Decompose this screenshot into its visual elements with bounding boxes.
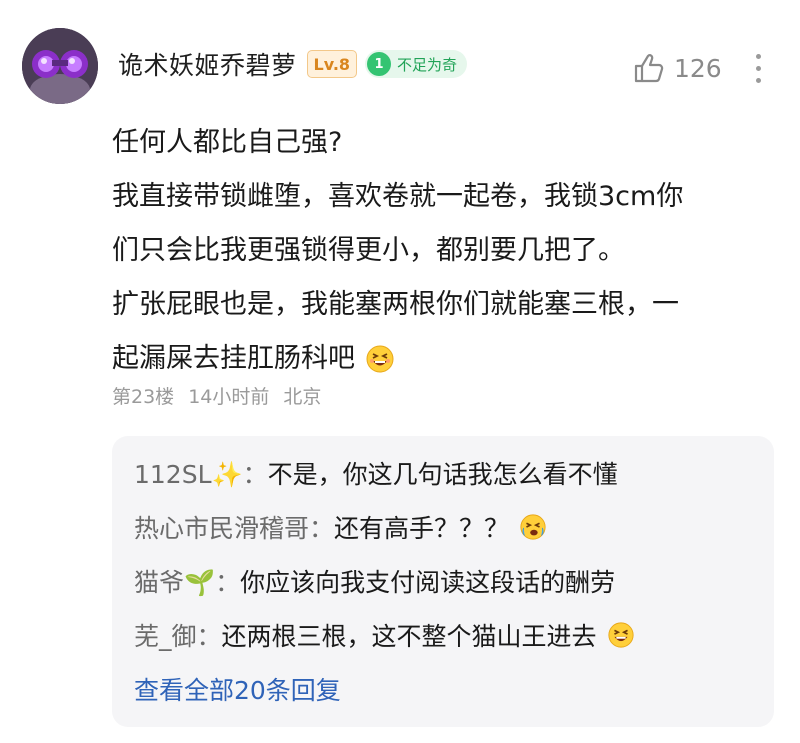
- more-dot: [755, 77, 761, 83]
- reply-author[interactable]: 热心市民滑稽哥：: [134, 509, 334, 545]
- comment-meta: 第23楼 14小时前 北京: [112, 382, 321, 409]
- grinning-squint-emoji-icon: [607, 622, 634, 648]
- comment-line: 起漏屎去挂肛肠科吧: [112, 343, 355, 374]
- reply-item[interactable]: 芜_御： 还两根三根，这不整个猫山王进去: [134, 608, 774, 662]
- reply-text: 还两根三根，这不整个猫山王进去: [221, 622, 597, 651]
- reply-item[interactable]: 猫爷🌱： 你应该向我支付阅读这段话的酬劳: [134, 554, 774, 608]
- like-count: 126: [674, 53, 722, 83]
- reply-text: 不是，你这几句话我怎么看不懂: [267, 460, 618, 489]
- reply-item[interactable]: 热心市民滑稽哥： 还有高手？？？: [134, 500, 774, 554]
- fan-badge[interactable]: 1 不足为奇: [365, 50, 468, 78]
- reply-author[interactable]: 芜_御：: [134, 617, 222, 653]
- reply-author[interactable]: 猫爷🌱：: [134, 563, 240, 599]
- comment-card: 诡术妖姬乔碧萝 Lv.8 1 不足为奇 126 任何人都比自己强? 我直接带锁雌…: [0, 0, 800, 743]
- reply-text: 还有高手？？？: [334, 514, 510, 543]
- post-time: 14小时前: [188, 386, 270, 408]
- avatar-image: [22, 28, 98, 104]
- grinning-squint-emoji-icon: [366, 345, 394, 373]
- reply-panel: 112SL✨： 不是，你这几句话我怎么看不懂 热心市民滑稽哥： 还有高手？？？ …: [112, 436, 774, 727]
- comment-line: 任何人都比自己强?: [112, 127, 343, 158]
- more-dot: [755, 53, 761, 59]
- reply-item[interactable]: 112SL✨： 不是，你这几句话我怎么看不懂: [134, 446, 774, 500]
- comment-body: 任何人都比自己强? 我直接带锁雌堕，喜欢卷就一起卷，我锁3cm你 们只会比我更强…: [112, 116, 782, 386]
- fan-badge-number: 1: [367, 52, 392, 76]
- fan-badge-label: 不足为奇: [397, 55, 458, 74]
- comment-line: 扩张屁眼也是，我能塞两根你们就能塞三根，一: [112, 289, 679, 320]
- username[interactable]: 诡术妖姬乔碧萝: [118, 46, 297, 82]
- reply-author[interactable]: 112SL✨：: [134, 455, 268, 491]
- like-button[interactable]: 126: [632, 48, 722, 88]
- crying-laugh-emoji-icon: [520, 514, 546, 540]
- more-vertical-icon[interactable]: [748, 48, 768, 88]
- level-badge: Lv.8: [306, 50, 358, 78]
- comment-header: 诡术妖姬乔碧萝 Lv.8 1 不足为奇: [118, 42, 468, 86]
- thumbs-up-icon: [634, 54, 664, 83]
- floor-number: 第23楼: [112, 386, 175, 408]
- location: 北京: [283, 386, 322, 408]
- avatar[interactable]: [22, 28, 98, 104]
- comment-line: 们只会比我更强锁得更小，都别要几把了。: [112, 235, 625, 266]
- more-dot: [755, 65, 761, 71]
- comment-line: 我直接带锁雌堕，喜欢卷就一起卷，我锁3cm你: [112, 181, 684, 212]
- comment-last-line: 起漏屎去挂肛肠科吧: [112, 332, 782, 386]
- view-all-replies-link[interactable]: 查看全部20条回复: [134, 662, 774, 716]
- reply-text: 你应该向我支付阅读这段话的酬劳: [240, 568, 616, 597]
